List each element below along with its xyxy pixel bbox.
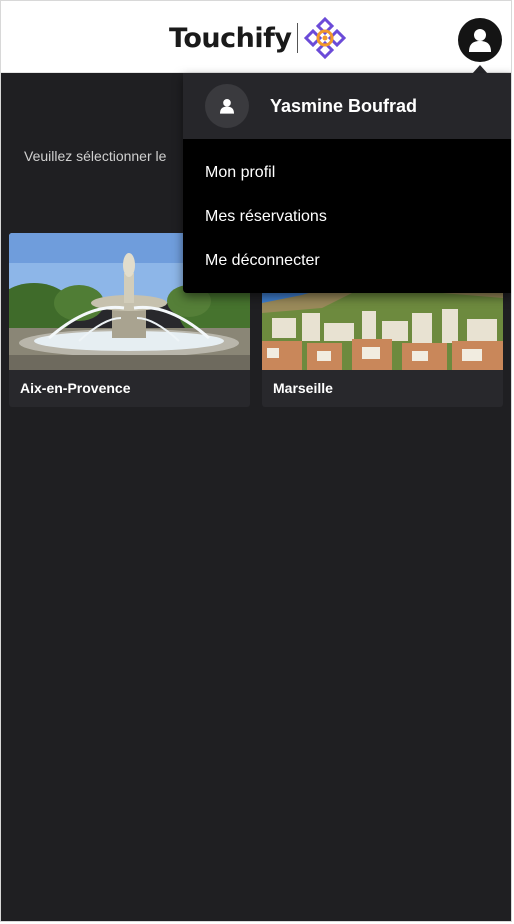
profile-menu-button[interactable] <box>458 18 502 62</box>
selection-instruction: Veuillez sélectionner le <box>24 148 167 164</box>
logo-text: Touchify <box>169 22 292 54</box>
user-name: Yasmine Boufrad <box>270 95 418 116</box>
profile-dropdown-menu: Yasmine Boufrad Mon profil Mes réservati… <box>183 73 511 293</box>
dropdown-items: Mon profil Mes réservations Me déconnect… <box>183 139 511 283</box>
app-frame: Touchify Bienve Veuillez sélectionner le <box>0 0 512 922</box>
logo-mark-icon <box>304 16 347 60</box>
logo-separator <box>297 23 299 53</box>
avatar <box>205 84 249 128</box>
city-name: Marseille <box>273 380 333 396</box>
top-bar: Touchify <box>1 1 511 73</box>
menu-item-profile[interactable]: Mon profil <box>183 151 511 195</box>
menu-item-reservations[interactable]: Mes réservations <box>183 195 511 239</box>
user-icon <box>469 29 491 52</box>
menu-item-logout[interactable]: Me déconnecter <box>183 239 511 283</box>
city-name: Aix-en-Provence <box>20 380 131 396</box>
dropdown-user-header: Yasmine Boufrad <box>183 73 511 139</box>
user-icon <box>220 99 234 114</box>
touchify-logo[interactable]: Touchify <box>169 16 347 60</box>
